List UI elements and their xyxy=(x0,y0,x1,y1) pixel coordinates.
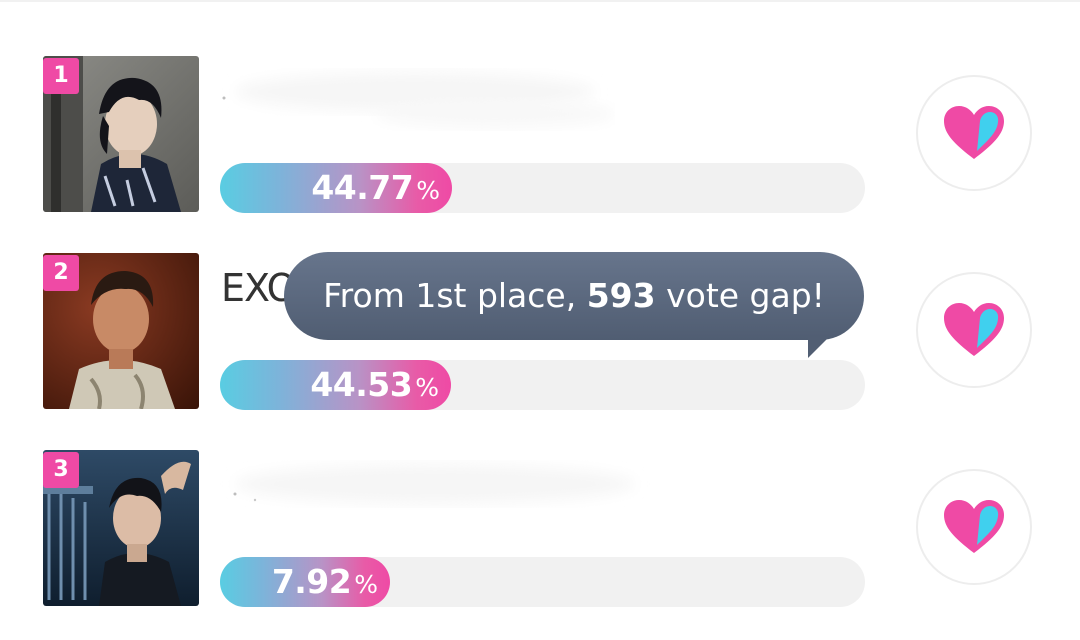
vote-heart-button[interactable] xyxy=(916,469,1032,585)
vote-progress-bar: 44.53% xyxy=(220,360,865,410)
vote-heart-button[interactable] xyxy=(916,272,1032,388)
vote-progress-bar: 7.92% xyxy=(220,557,865,607)
vote-percent-label: 44.53% xyxy=(310,360,439,410)
ranking-row-1: 1 44.77% xyxy=(0,56,1080,216)
tooltip-prefix: From 1st place, xyxy=(323,276,587,315)
vote-progress-fill: 44.53% xyxy=(220,360,451,410)
candidate-name-blurred xyxy=(233,464,635,504)
vote-progress-fill: 7.92% xyxy=(220,557,390,607)
heart-icon xyxy=(944,500,1004,553)
vote-percent-label: 44.77% xyxy=(311,163,440,213)
vote-gap-tooltip: From 1st place, 593 vote gap! xyxy=(284,252,864,340)
tooltip-gap-number: 593 xyxy=(586,276,656,315)
vote-progress-fill: 44.77% xyxy=(220,163,452,213)
tooltip-tail xyxy=(808,336,830,358)
ranking-row-3: 3 7.92% xyxy=(0,450,1080,610)
rank-badge: 3 xyxy=(43,452,79,488)
candidate-name-blurred xyxy=(222,72,615,128)
vote-percent-label: 7.92% xyxy=(272,557,378,607)
vote-percent-unit: % xyxy=(416,176,440,205)
vote-percent-value: 44.77 xyxy=(311,168,414,207)
vote-percent-unit: % xyxy=(354,570,378,599)
heart-icon xyxy=(944,303,1004,356)
vote-progress-bar: 44.77% xyxy=(220,163,865,213)
rank-badge: 1 xyxy=(43,58,79,94)
tooltip-suffix: vote gap! xyxy=(655,276,825,315)
vote-percent-unit: % xyxy=(415,373,439,402)
vote-percent-value: 7.92 xyxy=(271,562,352,601)
vote-percent-value: 44.53 xyxy=(310,365,413,404)
rank-badge: 2 xyxy=(43,255,79,291)
vote-heart-button[interactable] xyxy=(916,75,1032,191)
heart-icon xyxy=(944,106,1004,159)
top-divider xyxy=(0,0,1080,2)
